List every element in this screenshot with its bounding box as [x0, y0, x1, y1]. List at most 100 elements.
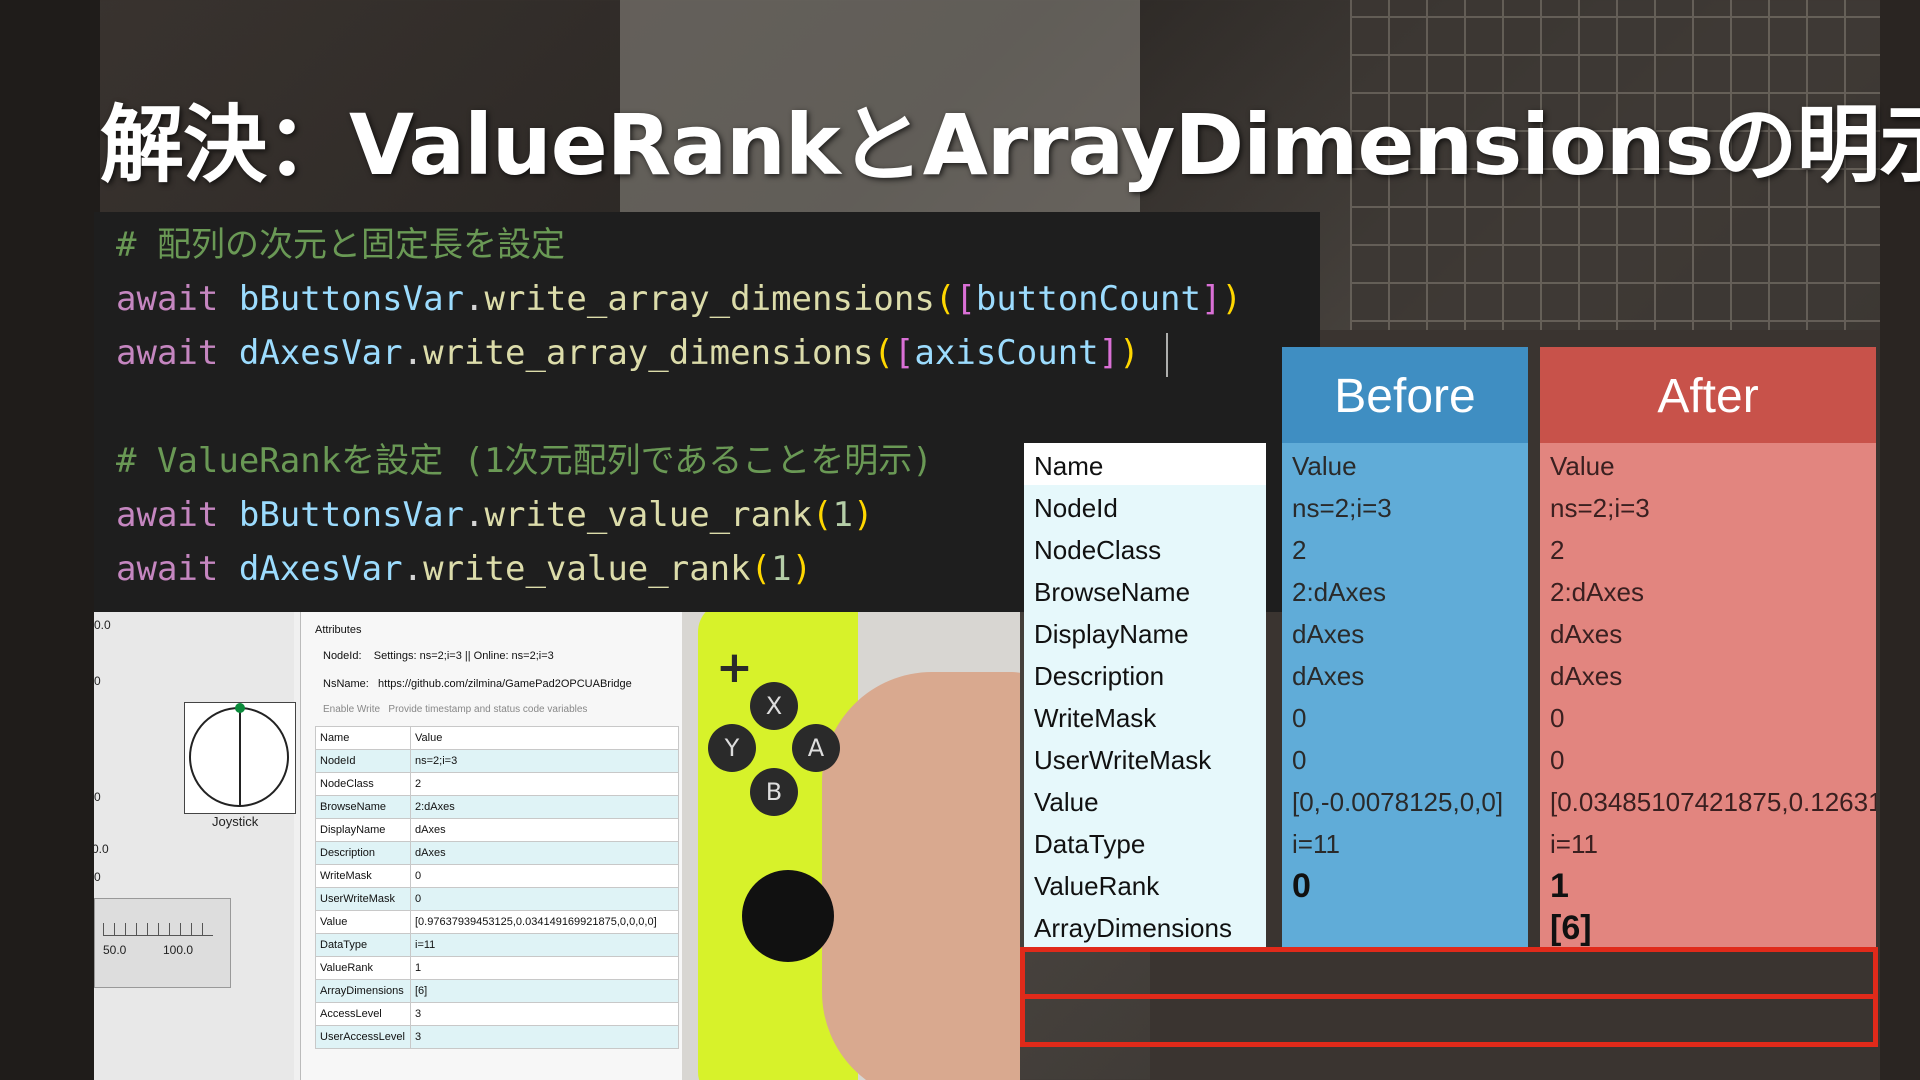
joystick-plot: [184, 702, 296, 814]
joystick-position-dot: [235, 703, 245, 713]
axis-tick: 0.0: [94, 618, 111, 632]
attribute-name-cell: Description: [315, 841, 411, 865]
table-row: UserAccessLevel 3: [315, 1025, 679, 1049]
a-button-icon: A: [792, 724, 840, 772]
code-line-3: await bButtonsVar.write_value_rank(1): [116, 495, 874, 535]
after-value-cell: 2: [1540, 527, 1876, 574]
attribute-name-cell: DisplayName: [315, 818, 411, 842]
after-value-cell: i=11: [1540, 821, 1876, 868]
table-row: WriteMask 0: [315, 864, 679, 888]
before-value-cell: Value: [1282, 443, 1528, 490]
after-value-cell: dAxes: [1540, 611, 1876, 658]
attribute-name-cell: NodeId: [315, 749, 411, 773]
joystick-label: Joystick: [212, 814, 259, 829]
attribute-name-cell: UserWriteMask: [315, 887, 411, 911]
attribute-name-cell: Description: [1024, 653, 1266, 700]
code-object: dAxesVar: [238, 333, 403, 373]
table-row: UserWriteMask 0: [315, 887, 679, 911]
attribute-value-cell: 3: [410, 1002, 679, 1026]
attribute-name-cell: ArrayDimensions: [315, 979, 411, 1003]
table-row: Value [0.97637939453125,0.034149169921875…: [315, 910, 679, 934]
attribute-name-cell: NodeId: [1024, 485, 1266, 532]
attribute-name-cell: Value: [315, 910, 411, 934]
after-value-cell: 2:dAxes: [1540, 569, 1876, 616]
hand: [822, 672, 1020, 1080]
attribute-value-cell: dAxes: [410, 818, 679, 842]
after-header: After: [1540, 347, 1876, 443]
slider-gauge: 50.0 100.0: [94, 898, 231, 988]
code-comment-1: # 配列の次元と固定長を設定: [116, 225, 565, 265]
slider-scale: [103, 923, 213, 936]
attribute-name-cell: Name: [1024, 443, 1266, 490]
attribute-value-cell: dAxes: [410, 841, 679, 865]
before-value-cell: 2: [1282, 527, 1528, 574]
slider-label-max: 100.0: [163, 943, 194, 957]
after-value-cell: 0: [1540, 695, 1876, 742]
attribute-name-cell: BrowseName: [315, 795, 411, 819]
after-value-cell: Value: [1540, 443, 1876, 490]
background-photo-left: [0, 0, 100, 1080]
code-method: write_value_rank: [484, 495, 813, 535]
code-line-4: await dAxesVar.write_value_rank(1): [116, 549, 813, 589]
x-button-icon: X: [750, 682, 798, 730]
after-value-cell: dAxes: [1540, 653, 1876, 700]
table-row: AccessLevel 3: [315, 1002, 679, 1026]
attribute-value-cell: 3: [410, 1025, 679, 1049]
table-row: ValueRank 1: [315, 956, 679, 980]
code-line-1: await bButtonsVar.write_array_dimensions…: [116, 279, 1242, 319]
before-value-cell: [0,-0.0078125,0,0]: [1282, 779, 1528, 826]
provide-timestamp-checkbox[interactable]: Provide timestamp and status code variab…: [388, 704, 587, 715]
attribute-name-cell: Value: [1024, 779, 1266, 826]
code-keyword: await: [116, 549, 219, 589]
attributes-panel: Attributes NodeId: Settings: ns=2;i=3 ||…: [300, 612, 683, 1080]
attribute-name-cell: DataType: [1024, 821, 1266, 868]
attribute-value-cell: 2:dAxes: [410, 795, 679, 819]
attribute-name-cell: UserAccessLevel: [315, 1025, 411, 1049]
table-row: ArrayDimensions [6]: [315, 979, 679, 1003]
attribute-name-cell: WriteMask: [315, 864, 411, 888]
attribute-name-cell: DataType: [315, 933, 411, 957]
attributes-table: Name Value NodeId ns=2;i=3 NodeClass 2 BrowseN…: [315, 726, 679, 1049]
enable-write-checkbox[interactable]: Enable Write: [323, 704, 380, 715]
code-keyword: await: [116, 333, 219, 373]
attribute-value-cell: i=11: [410, 933, 679, 957]
axis-tick: 0: [94, 790, 101, 804]
before-value-cell: 0: [1282, 863, 1528, 910]
before-value-cell: [1282, 905, 1528, 952]
nsname-value: https://github.com/zilmina/GamePad2OPCUA…: [378, 678, 632, 690]
code-arg: buttonCount: [975, 279, 1201, 319]
attribute-name-cell: Name: [315, 726, 411, 750]
code-object: bButtonsVar: [238, 279, 465, 319]
table-row: Description dAxes: [315, 841, 679, 865]
nodeid-label: NodeId:: [323, 650, 362, 662]
attribute-value-cell: [0.97637939453125,0.034149169921875,0,0,…: [410, 910, 679, 934]
attribute-name-cell: DisplayName: [1024, 611, 1266, 658]
attribute-value-cell: 0: [410, 864, 679, 888]
attribute-name-cell: WriteMask: [1024, 695, 1266, 742]
joystick-axis-line: [239, 707, 241, 807]
table-row: BrowseName 2:dAxes: [315, 795, 679, 819]
attribute-name-cell: ArrayDimensions: [1024, 905, 1266, 952]
attribute-name-cell: UserWriteMask: [1024, 737, 1266, 784]
gauge-panel: 0.0 0 0 0 0.0 Joystick 50.0 100.0: [94, 612, 296, 1080]
table-row: NodeClass 2: [315, 772, 679, 796]
options-row: Enable Write Provide timestamp and statu…: [323, 704, 587, 715]
attribute-value-cell: Value: [410, 726, 679, 750]
attribute-value-cell: [6]: [410, 979, 679, 1003]
after-value-cell: 1: [1540, 863, 1876, 910]
app-screenshot: 0.0 0 0 0 0.0 Joystick 50.0 100.0 Attrib…: [94, 612, 1020, 1080]
nodeid-row: NodeId: Settings: ns=2;i=3 || Online: ns…: [323, 650, 554, 662]
attribute-value-cell: 0: [410, 887, 679, 911]
code-method: write_array_dimensions: [423, 333, 874, 373]
after-value-cell: [0.03485107421875,0.12631: [1540, 779, 1876, 826]
y-button-icon: Y: [708, 724, 756, 772]
axis-tick: 0.0: [94, 842, 109, 856]
after-value-cell: 0: [1540, 737, 1876, 784]
text-cursor: [1165, 332, 1168, 377]
attribute-name-cell: ValueRank: [1024, 863, 1266, 910]
code-line-2: await dAxesVar.write_array_dimensions([a…: [116, 326, 1168, 380]
before-value-cell: dAxes: [1282, 653, 1528, 700]
code-arg: 1: [771, 549, 792, 589]
table-row: NodeId ns=2;i=3: [315, 749, 679, 773]
code-method: write_value_rank: [423, 549, 751, 589]
